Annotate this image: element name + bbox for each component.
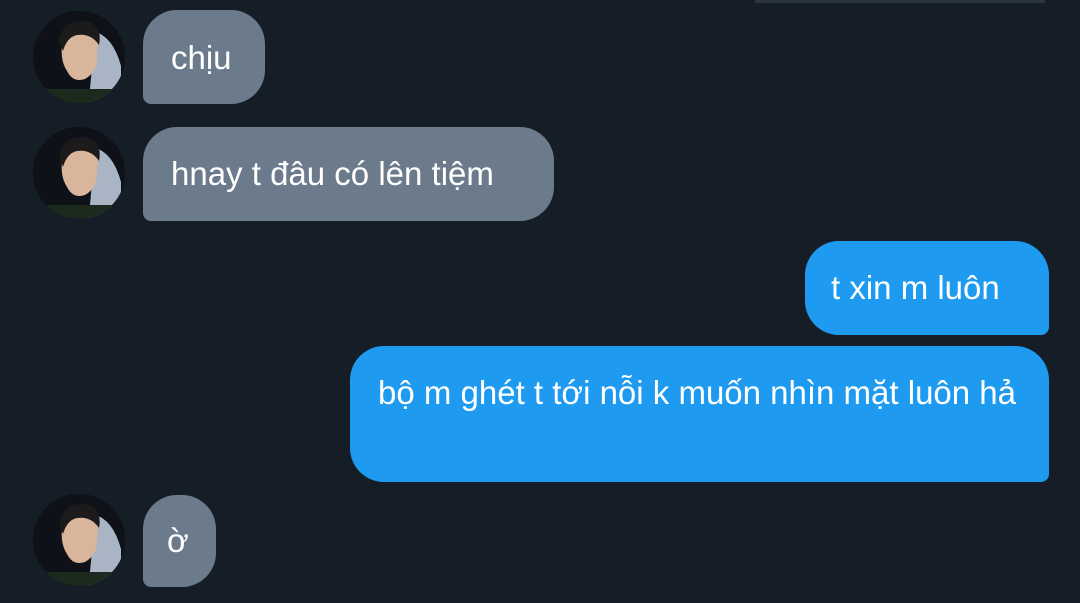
message-bubble-incoming[interactable]: chịu [143, 10, 265, 104]
message-text: ờ [167, 522, 189, 559]
message-text: hnay t đâu có lên tiệm [171, 155, 494, 192]
message-bubble-incoming[interactable]: ờ [143, 495, 216, 587]
avatar-photo-icon [33, 494, 125, 586]
contact-avatar[interactable] [33, 11, 125, 103]
avatar-photo-icon [33, 127, 125, 219]
message-bubble-outgoing[interactable]: bộ m ghét t tới nỗi k muốn nhìn mặt luôn… [350, 346, 1049, 482]
top-divider [755, 0, 1045, 3]
message-text: bộ m ghét t tới nỗi k muốn nhìn mặt luôn… [378, 374, 1017, 411]
message-bubble-incoming[interactable]: hnay t đâu có lên tiệm [143, 127, 554, 221]
contact-avatar[interactable] [33, 494, 125, 586]
message-bubble-outgoing[interactable]: t xin m luôn [805, 241, 1049, 335]
message-text: t xin m luôn [831, 269, 1000, 306]
avatar-photo-icon [33, 11, 125, 103]
contact-avatar[interactable] [33, 127, 125, 219]
message-text: chịu [171, 39, 232, 76]
